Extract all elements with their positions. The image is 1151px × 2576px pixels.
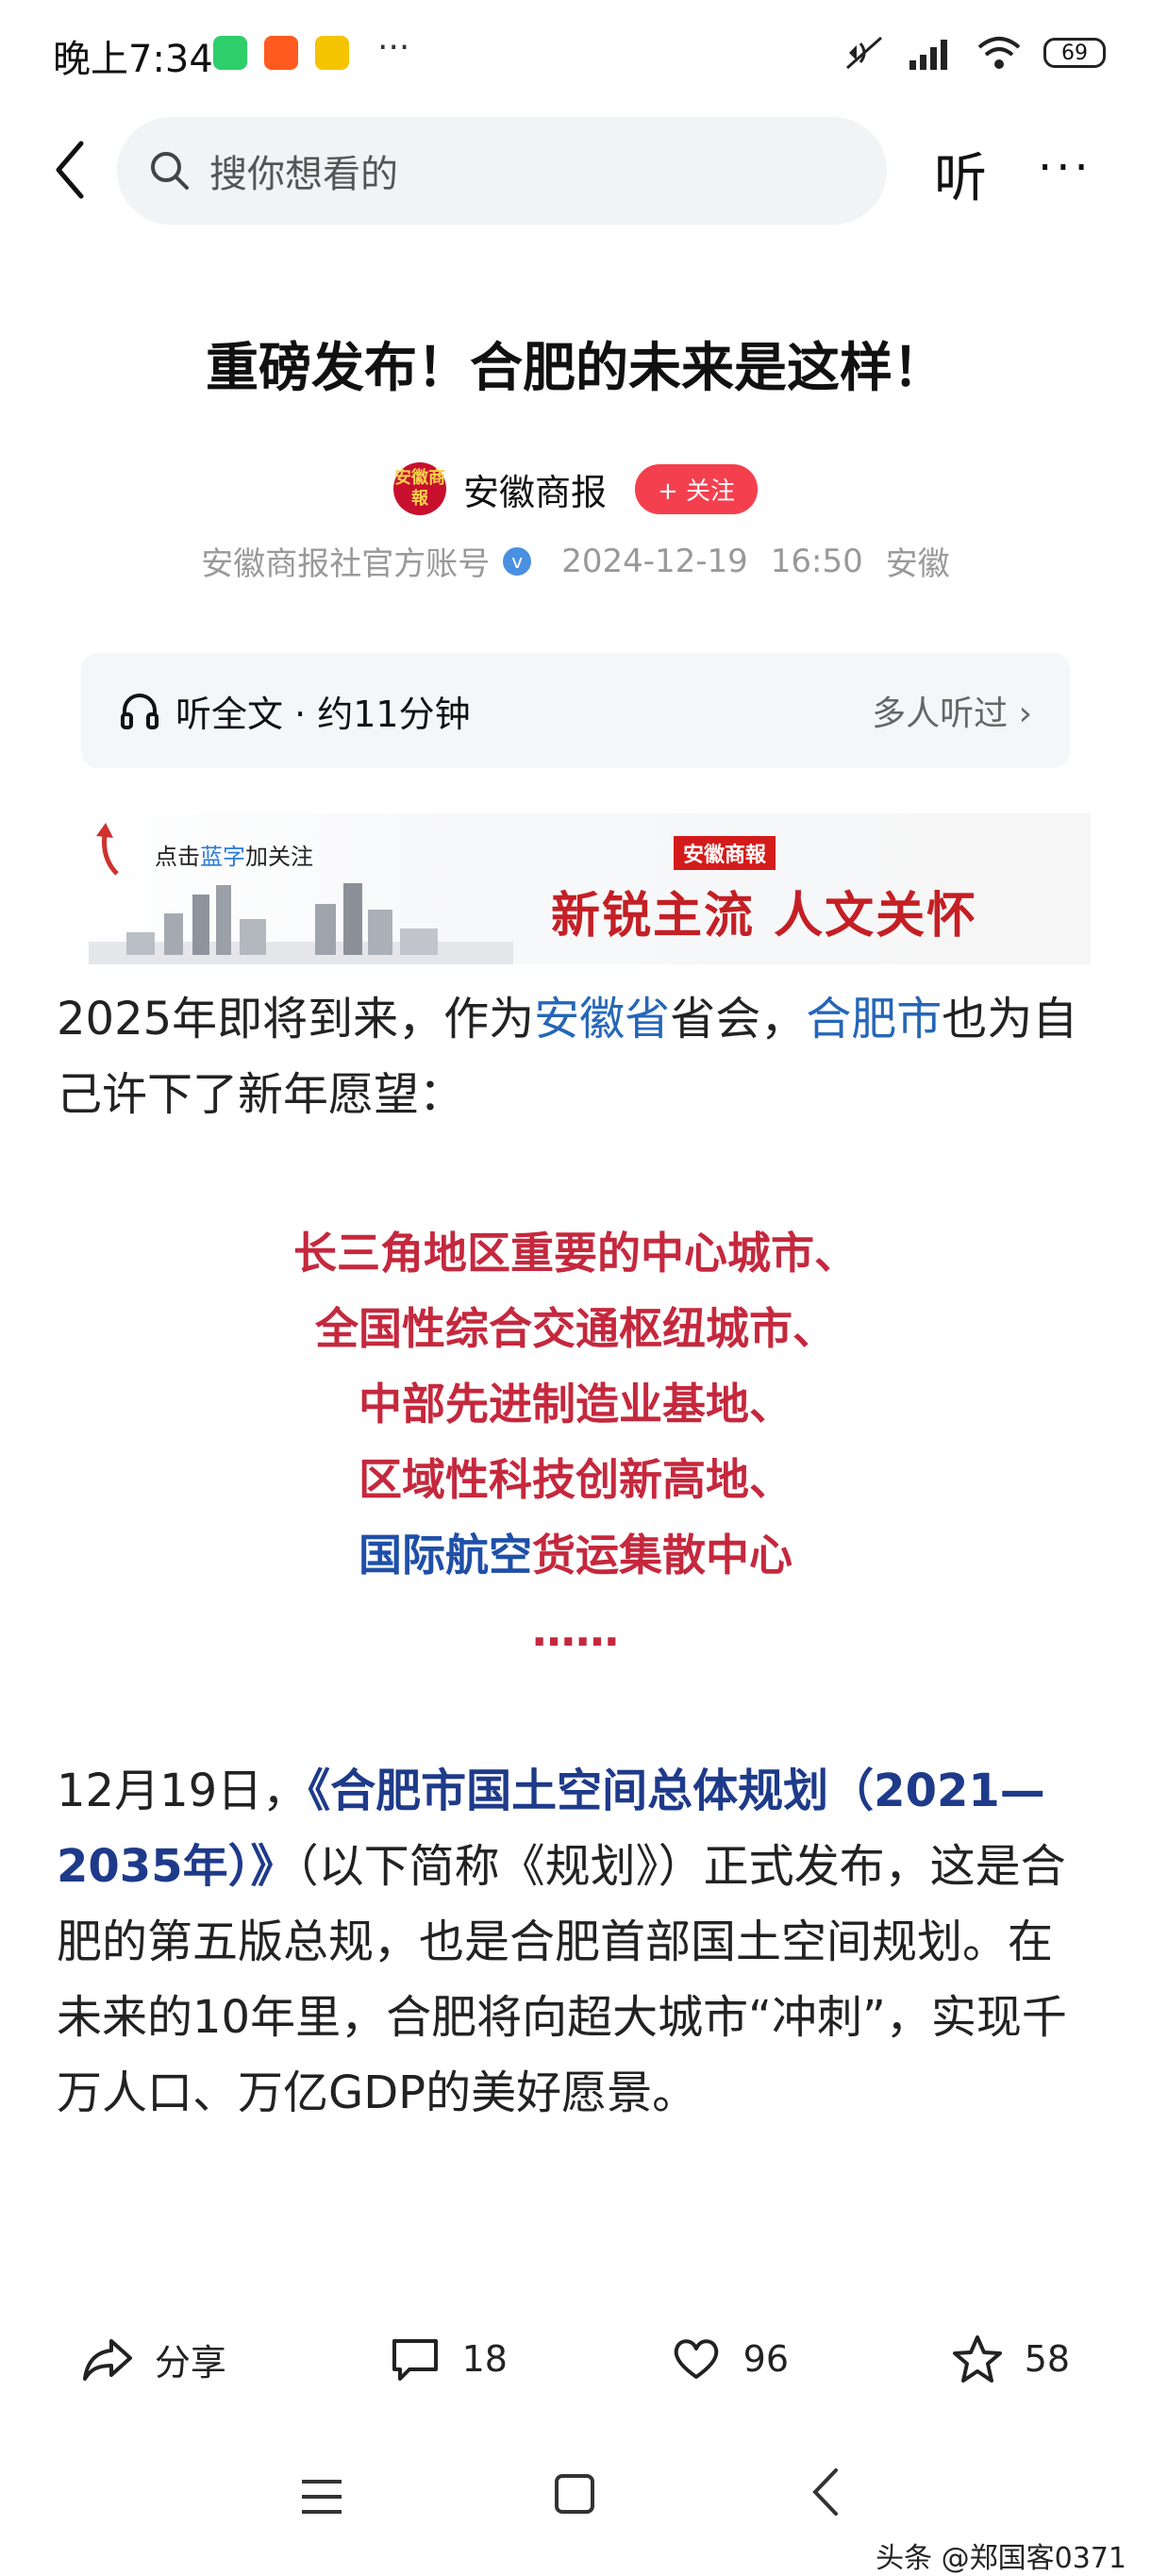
link-hefei[interactable]: 合肥市	[806, 993, 942, 1045]
author-avatar[interactable]: 安徽商報	[392, 462, 446, 515]
home-icon[interactable]	[553, 2472, 596, 2516]
comment-button[interactable]: 18	[389, 2335, 508, 2383]
wish-item: 中部先进制造业基地、	[359, 1379, 792, 1430]
ellipsis: ……	[532, 1605, 619, 1656]
star-icon	[952, 2335, 1002, 2383]
author-row: 安徽商報 安徽商报 + 关注	[0, 462, 1151, 515]
share-button[interactable]: 分享	[81, 2333, 226, 2385]
banner-slogan: 新锐主流 人文关怀	[551, 887, 978, 945]
article-meta: 安徽商报社官方账号 v 2024-12-19 16:50 安徽	[0, 538, 1151, 584]
listen-count[interactable]: 多人听过 ›	[872, 686, 1032, 735]
listen-label: 听全文 · 约11分钟	[175, 693, 471, 735]
arrow-up-icon	[96, 823, 119, 876]
back-nav-icon[interactable]	[809, 2467, 842, 2517]
follow-banner[interactable]: 点击蓝字加关注 安徽商報 新锐主流 人文关怀	[60, 813, 1091, 964]
search-icon	[151, 152, 189, 190]
mute-icon	[846, 36, 882, 70]
follow-button[interactable]: + 关注	[634, 463, 759, 514]
city-skyline-image	[89, 883, 513, 964]
battery-indicator: 69	[1043, 38, 1106, 68]
watermark: 头条 @郑国客0371	[876, 2542, 1126, 2575]
comment-icon	[392, 2339, 438, 2381]
search-input[interactable]: 搜你想看的	[117, 117, 887, 225]
back-button[interactable]	[42, 132, 98, 208]
share-icon	[82, 2339, 132, 2381]
article-title: 重磅发布！合肥的未来是这样！	[206, 338, 945, 399]
account-label: 安徽商报社官方账号	[201, 545, 491, 583]
system-nav-bar	[0, 2453, 1151, 2538]
chevron-left-icon	[56, 141, 84, 199]
menu-icon[interactable]	[300, 2478, 343, 2516]
wish-item: 全国性综合交通枢纽城市、	[315, 1303, 836, 1354]
search-placeholder: 搜你想看的	[209, 153, 398, 196]
paragraph-plan: 12月19日，《合肥市国土空间总体规划（2021—2035年）》（以下简称《规划…	[57, 1765, 1067, 2119]
heart-icon	[674, 2339, 719, 2379]
link-international-aviation[interactable]: 国际航空	[359, 1530, 532, 1581]
publish-location: 安徽	[885, 545, 950, 583]
status-time: 晚上7:34	[53, 38, 213, 81]
listen-full-text-bar[interactable]: 听全文 · 约11分钟 多人听过 ›	[81, 653, 1070, 768]
wish-item: 区域性科技创新高地、	[359, 1454, 792, 1505]
paragraph-intro: 2025年即将到来，作为安徽省省会，合肥市也为自己许下了新年愿望：	[57, 993, 1078, 1121]
banner-follow-text: 点击蓝字加关注	[155, 844, 313, 870]
verified-icon: v	[503, 546, 532, 576]
listen-button[interactable]: 听	[934, 136, 987, 212]
favorite-button[interactable]: 58	[951, 2333, 1070, 2384]
status-indicators: 69	[843, 34, 1106, 72]
action-bar: 分享 18 96 58	[0, 2312, 1151, 2406]
status-more: ···	[377, 28, 410, 67]
publish-date: 2024-12-19	[561, 542, 748, 580]
wish-item: 国际航空货运集散中心	[359, 1530, 792, 1581]
taobao-icon	[264, 36, 298, 70]
wishes-list: 长三角地区重要的中心城市、 全国性综合交通枢纽城市、 中部先进制造业基地、 区域…	[0, 1215, 1151, 1668]
wish-item: 长三角地区重要的中心城市、	[293, 1228, 858, 1279]
author-name[interactable]: 安徽商报	[463, 463, 607, 515]
publish-time: 16:50	[770, 542, 863, 580]
signal-icon	[909, 40, 947, 70]
wechat-icon	[213, 36, 247, 70]
wifi-icon	[977, 37, 1021, 69]
link-anhui[interactable]: 安徽省	[534, 993, 670, 1045]
banner-logo: 安徽商報	[674, 836, 776, 870]
more-button[interactable]: ···	[1038, 142, 1093, 194]
guoguo-icon	[315, 36, 349, 70]
like-button[interactable]: 96	[670, 2335, 789, 2383]
headphones-icon	[121, 694, 158, 729]
